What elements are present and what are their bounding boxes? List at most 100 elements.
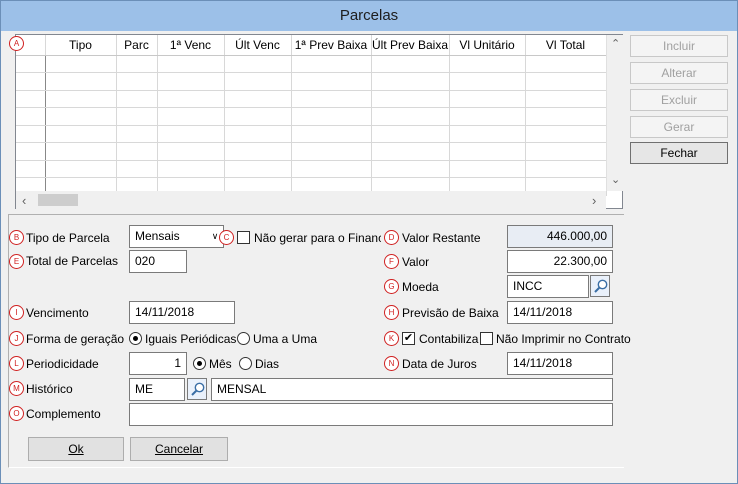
table-cell[interactable] [116,90,158,108]
table-cell[interactable] [45,142,117,161]
table-cell[interactable] [449,125,526,143]
table-cell[interactable] [449,142,526,161]
table-cell[interactable] [525,55,607,73]
table-row[interactable] [16,72,607,91]
col-header-ult-venc[interactable]: Últ Venc [224,35,292,56]
fechar-button[interactable]: Fechar [630,142,728,164]
moeda-field[interactable]: INCC [507,275,589,298]
grid-vertical-scrollbar[interactable]: ⌃ ⌄ [606,35,623,191]
horizontal-scroll-thumb[interactable] [38,194,78,206]
col-header-ult-prev-baixa[interactable]: Últ Prev Baixa [371,35,450,56]
table-cell[interactable] [116,55,158,73]
table-cell[interactable] [157,142,225,161]
scroll-down-icon[interactable]: ⌄ [611,173,620,186]
table-cell[interactable] [291,125,372,143]
row-header-cell[interactable] [16,90,46,108]
data-juros-field[interactable]: 14/11/2018 [507,352,613,375]
vencimento-field[interactable]: 14/11/2018 [129,301,235,324]
iguais-periodicas-radio[interactable] [129,332,142,345]
table-cell[interactable] [525,90,607,108]
table-cell[interactable] [45,107,117,126]
table-cell[interactable] [45,55,117,73]
table-cell[interactable] [291,160,372,178]
row-header-cell[interactable] [16,55,46,73]
dias-radio[interactable] [239,357,252,370]
table-cell[interactable] [224,142,292,161]
table-cell[interactable] [371,107,450,126]
row-header-cell[interactable] [16,72,46,91]
table-cell[interactable] [224,125,292,143]
previsao-baixa-field[interactable]: 14/11/2018 [507,301,613,324]
row-header-cell[interactable] [16,107,46,126]
table-cell[interactable] [157,125,225,143]
scroll-up-icon[interactable]: ⌃ [611,37,620,50]
table-cell[interactable] [291,142,372,161]
valor-field[interactable]: 22.300,00 [507,250,613,273]
periodicidade-field[interactable]: 1 [129,352,187,375]
table-cell[interactable] [116,107,158,126]
table-cell[interactable] [371,125,450,143]
table-cell[interactable] [291,90,372,108]
table-cell[interactable] [116,125,158,143]
table-cell[interactable] [371,72,450,91]
table-cell[interactable] [157,160,225,178]
table-cell[interactable] [45,72,117,91]
alterar-button[interactable]: Alterar [630,62,728,84]
row-header-cell[interactable] [16,142,46,161]
table-cell[interactable] [449,90,526,108]
table-cell[interactable] [291,107,372,126]
row-header-cell[interactable] [16,125,46,143]
mes-radio[interactable] [193,357,206,370]
col-header-prim-venc[interactable]: 1ª Venc [157,35,225,56]
col-header-vl-unitario[interactable]: Vl Unitário [449,35,526,56]
table-cell[interactable] [157,72,225,91]
table-cell[interactable] [116,72,158,91]
table-cell[interactable] [371,55,450,73]
incluir-button[interactable]: Incluir [630,35,728,57]
table-row[interactable] [16,55,607,73]
uma-a-uma-radio[interactable] [237,332,250,345]
table-cell[interactable] [157,90,225,108]
contabiliza-checkbox[interactable]: ✔ [402,332,415,345]
table-row[interactable] [16,142,607,161]
table-cell[interactable] [45,160,117,178]
table-cell[interactable] [291,55,372,73]
table-cell[interactable] [224,107,292,126]
total-parcelas-field[interactable]: 020 [129,250,187,273]
scroll-left-icon[interactable]: ‹ [22,193,26,208]
table-cell[interactable] [224,72,292,91]
cancelar-button[interactable]: Cancelar [130,437,228,461]
grid-horizontal-scrollbar[interactable]: ‹ › [16,191,606,209]
col-header-parc[interactable]: Parc [116,35,158,56]
complemento-field[interactable] [129,403,613,426]
table-cell[interactable] [224,160,292,178]
table-cell[interactable] [525,160,607,178]
historico-lookup-button[interactable] [187,378,207,400]
table-row[interactable] [16,125,607,143]
table-cell[interactable] [525,72,607,91]
table-cell[interactable] [371,160,450,178]
table-cell[interactable] [45,90,117,108]
table-cell[interactable] [525,142,607,161]
nao-imprimir-checkbox[interactable] [480,332,493,345]
historico-code-field[interactable]: ME [129,378,185,401]
table-cell[interactable] [157,107,225,126]
excluir-button[interactable]: Excluir [630,89,728,111]
table-cell[interactable] [371,90,450,108]
table-cell[interactable] [116,142,158,161]
table-cell[interactable] [291,72,372,91]
table-row[interactable] [16,90,607,108]
tipo-parcela-select[interactable]: Mensais ∨ [129,225,224,248]
table-cell[interactable] [525,125,607,143]
table-cell[interactable] [157,55,225,73]
table-cell[interactable] [224,90,292,108]
table-row[interactable] [16,160,607,178]
table-cell[interactable] [45,125,117,143]
table-row[interactable] [16,107,607,126]
col-header-tipo[interactable]: Tipo [45,35,117,56]
ok-button[interactable]: Ok [28,437,124,461]
table-cell[interactable] [449,55,526,73]
table-cell[interactable] [449,160,526,178]
scroll-right-icon[interactable]: › [592,193,596,208]
gerar-button[interactable]: Gerar [630,116,728,138]
